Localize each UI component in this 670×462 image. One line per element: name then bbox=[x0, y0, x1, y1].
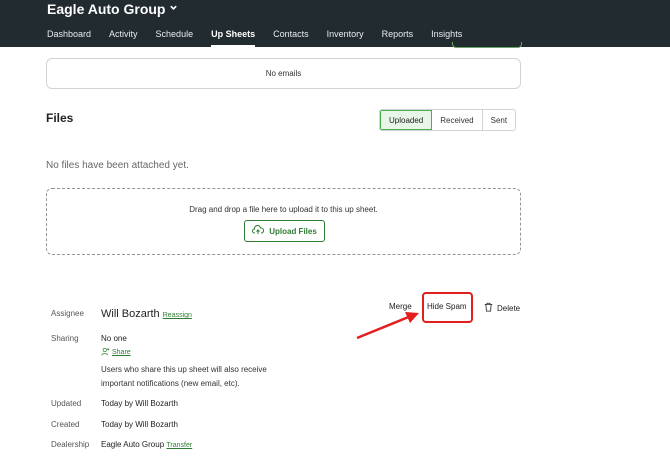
files-tab-group: Uploaded Received Sent bbox=[379, 109, 517, 131]
delete-label: Delete bbox=[497, 303, 521, 313]
share-link[interactable]: Share bbox=[101, 347, 131, 358]
nav-contacts[interactable]: Contacts bbox=[273, 29, 309, 47]
cloud-upload-icon bbox=[252, 224, 265, 237]
dealership-label: Dealership bbox=[51, 440, 90, 449]
nav-schedule[interactable]: Schedule bbox=[156, 29, 194, 47]
created-label: Created bbox=[51, 420, 80, 429]
nav-inventory[interactable]: Inventory bbox=[327, 29, 364, 47]
emails-empty-text: No emails bbox=[265, 69, 302, 78]
file-dropzone[interactable]: Drag and drop a file here to upload it t… bbox=[46, 188, 521, 255]
nav-dashboard[interactable]: Dashboard bbox=[47, 29, 91, 47]
nav-reports[interactable]: Reports bbox=[382, 29, 414, 47]
upload-files-label: Upload Files bbox=[269, 226, 317, 236]
tab-uploaded[interactable]: Uploaded bbox=[380, 110, 433, 130]
updated-label: Updated bbox=[51, 399, 82, 408]
nav-activity[interactable]: Activity bbox=[109, 29, 138, 47]
trash-icon bbox=[484, 302, 493, 314]
tab-received[interactable]: Received bbox=[432, 110, 483, 130]
dealership-name: Eagle Auto Group bbox=[101, 440, 165, 449]
created-value: Today by Will Bozarth bbox=[101, 420, 178, 429]
top-navbar: Eagle Auto Group Dashboard Activity Sche… bbox=[0, 0, 670, 47]
partial-button-edge bbox=[452, 42, 522, 48]
person-add-icon bbox=[101, 347, 110, 358]
org-switcher[interactable]: Eagle Auto Group bbox=[47, 1, 178, 17]
files-heading: Files bbox=[46, 111, 74, 125]
chevron-down-icon bbox=[169, 3, 178, 15]
tab-sent[interactable]: Sent bbox=[482, 110, 516, 130]
highlight-box bbox=[422, 292, 473, 323]
emails-empty-panel: No emails bbox=[46, 58, 521, 89]
assignee-name-text: Will Bozarth bbox=[101, 308, 160, 320]
dropzone-text: Drag and drop a file here to upload it t… bbox=[189, 205, 378, 214]
org-name: Eagle Auto Group bbox=[47, 1, 166, 17]
dealership-value: Eagle Auto Group Transfer bbox=[101, 440, 192, 449]
sharing-note: Users who share this up sheet will also … bbox=[101, 365, 267, 388]
delete-button[interactable]: Delete bbox=[484, 302, 520, 314]
sharing-value: No one bbox=[101, 334, 127, 343]
upload-files-button[interactable]: Upload Files bbox=[244, 220, 325, 242]
transfer-link[interactable]: Transfer bbox=[166, 442, 192, 449]
share-label: Share bbox=[112, 349, 131, 356]
assignee-name: Will Bozarth Reassign bbox=[101, 308, 192, 320]
annotation-arrow bbox=[356, 312, 419, 340]
sharing-label: Sharing bbox=[51, 334, 79, 343]
files-empty-text: No files have been attached yet. bbox=[46, 160, 189, 171]
assignee-label: Assignee bbox=[51, 309, 84, 318]
main-nav: Dashboard Activity Schedule Up Sheets Co… bbox=[47, 29, 480, 47]
reassign-link[interactable]: Reassign bbox=[163, 312, 192, 319]
updated-value: Today by Will Bozarth bbox=[101, 399, 178, 408]
nav-up-sheets[interactable]: Up Sheets bbox=[211, 29, 256, 47]
